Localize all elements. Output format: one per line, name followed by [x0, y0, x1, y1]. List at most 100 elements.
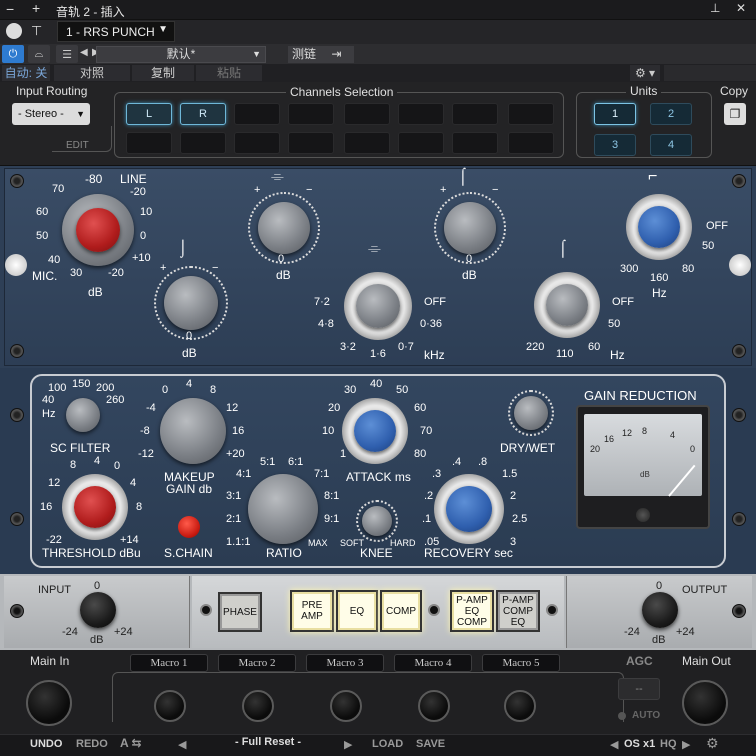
next-preset-icon[interactable]: ▶ [344, 738, 352, 751]
channel-slot[interactable] [508, 103, 554, 125]
knee-knob[interactable] [362, 506, 392, 536]
pin-icon[interactable]: ⊥ [710, 1, 720, 15]
channel-slot[interactable] [126, 132, 172, 154]
edit-button[interactable]: EDIT [64, 140, 91, 151]
preamp-button[interactable]: PRE AMP [290, 590, 334, 632]
eq-bypass-switch[interactable] [729, 254, 751, 276]
preset-selector[interactable]: - Full Reset - [190, 736, 346, 752]
channel-slot[interactable] [398, 103, 444, 125]
redo-button[interactable]: REDO [76, 738, 108, 750]
unit-3-button[interactable]: 3 [594, 134, 636, 156]
settings-button[interactable]: ⚙ ▾ [630, 65, 660, 81]
save-button[interactable]: SAVE [416, 738, 445, 750]
comp-button[interactable]: COMP [380, 590, 422, 632]
unit-2-button[interactable]: 2 [650, 103, 692, 125]
channel-slot[interactable] [452, 103, 498, 125]
input-gain-knob[interactable] [80, 592, 116, 628]
hq-button[interactable]: HQ [660, 738, 677, 750]
order-preamp-eq-comp-button[interactable]: P-AMP EQ COMP [450, 590, 494, 632]
channel-slot[interactable] [452, 132, 498, 154]
auto-button[interactable]: AUTO [632, 710, 660, 721]
macro-3-button[interactable]: Macro 3 [306, 654, 384, 672]
ratio-knob[interactable] [248, 474, 318, 544]
unit-4-button[interactable]: 4 [650, 134, 692, 156]
threshold-knob[interactable] [74, 486, 116, 528]
hi-gain-knob[interactable] [258, 202, 310, 254]
input-routing-select[interactable]: - Stereo - ▼ [12, 103, 90, 125]
macro-1-knob[interactable] [154, 690, 186, 722]
track-selector[interactable]: 1 - RRS PUNCH ▼ [57, 21, 175, 42]
plus-icon[interactable]: + [32, 0, 40, 16]
ratio-tick: 8:1 [324, 490, 340, 502]
eq-button[interactable]: EQ [336, 590, 378, 632]
recovery-knob[interactable] [446, 486, 492, 532]
channel-slot[interactable] [398, 132, 444, 154]
sc-tick: 100 [48, 382, 67, 394]
routing-icon[interactable]: ⊤ [31, 23, 42, 39]
channel-slot[interactable] [180, 132, 226, 154]
lo-freq-knob[interactable] [546, 284, 588, 326]
gear-icon[interactable]: ⚙ [706, 735, 719, 752]
macro-5-button[interactable]: Macro 5 [482, 654, 560, 672]
channel-R-button[interactable]: R [180, 103, 226, 125]
paste-button[interactable]: 粘贴 [196, 65, 262, 81]
oversampling-value[interactable]: OS x1 [624, 738, 655, 750]
makeup-gain-knob[interactable] [160, 398, 226, 464]
prev-preset-icon[interactable]: ◀ [80, 47, 88, 58]
macro-4-button[interactable]: Macro 4 [394, 654, 472, 672]
sc-filter-knob[interactable] [66, 398, 100, 432]
dry-wet-knob[interactable] [514, 396, 548, 430]
channel-slot[interactable] [344, 103, 390, 125]
ab-compare-icon[interactable]: A ⇆ [120, 736, 142, 750]
agc-value[interactable]: -- [618, 678, 660, 700]
himid-gain-knob[interactable] [444, 202, 496, 254]
macro-2-knob[interactable] [242, 690, 274, 722]
main-out-knob[interactable] [682, 680, 728, 726]
ab-button[interactable]: 测链 ⇥ [288, 46, 354, 63]
phase-button[interactable]: PHASE [218, 592, 262, 632]
copy-button[interactable]: 复制 [132, 65, 194, 81]
channel-slot[interactable] [234, 103, 280, 125]
main-in-knob[interactable] [26, 680, 72, 726]
macro-1-button[interactable]: Macro 1 [130, 654, 208, 672]
os-prev-icon[interactable]: ◀ [610, 738, 618, 751]
power-button[interactable]: ⏻ [2, 45, 24, 63]
copy-unit-button[interactable]: ❐ [724, 103, 746, 125]
minus-icon[interactable]: − [6, 1, 14, 17]
channel-slot[interactable] [234, 132, 280, 154]
preset-menu-button[interactable]: ☰ [56, 45, 78, 63]
mic-line-switch[interactable] [5, 254, 27, 276]
macro-4-knob[interactable] [418, 690, 450, 722]
macro-3-knob[interactable] [330, 690, 362, 722]
channel-slot[interactable] [288, 103, 334, 125]
high-shelf-icon: ⌠ [458, 168, 468, 185]
channel-L-button[interactable]: L [126, 103, 172, 125]
prev-preset-icon[interactable]: ◀ [178, 738, 186, 751]
os-next-icon[interactable]: ▶ [682, 738, 690, 751]
track-icon[interactable] [6, 23, 22, 39]
headphones-button[interactable]: ⌓ [28, 45, 50, 63]
lomid-gain-knob[interactable] [164, 276, 218, 330]
attack-knob[interactable] [354, 410, 396, 452]
unit-1-button[interactable]: 1 [594, 103, 636, 125]
macro-5-knob[interactable] [504, 690, 536, 722]
preamp-gain-knob[interactable] [76, 208, 120, 252]
channel-slot[interactable] [288, 132, 334, 154]
close-icon[interactable]: ✕ [736, 1, 746, 15]
channel-slot[interactable] [344, 132, 390, 154]
macro-2-button[interactable]: Macro 2 [218, 654, 296, 672]
sidechain-button[interactable] [178, 516, 200, 538]
zero-tick: 0 [278, 253, 285, 265]
load-button[interactable]: LOAD [372, 738, 403, 750]
auto-button[interactable]: 自动: 关 [2, 65, 50, 81]
order-preamp-comp-eq-button[interactable]: P-AMP COMP EQ [496, 590, 540, 632]
vu-tick: 4 [670, 430, 676, 440]
preset-selector[interactable]: 默认* ▼ [96, 46, 266, 63]
hpf-knob[interactable] [638, 206, 680, 248]
output-gain-knob[interactable] [642, 592, 678, 628]
undo-button[interactable]: UNDO [30, 738, 62, 750]
mid-freq-knob[interactable] [356, 284, 400, 328]
channel-slot[interactable] [508, 132, 554, 154]
recovery-tick: .1 [422, 513, 432, 525]
compare-button[interactable]: 对照 [54, 65, 130, 81]
